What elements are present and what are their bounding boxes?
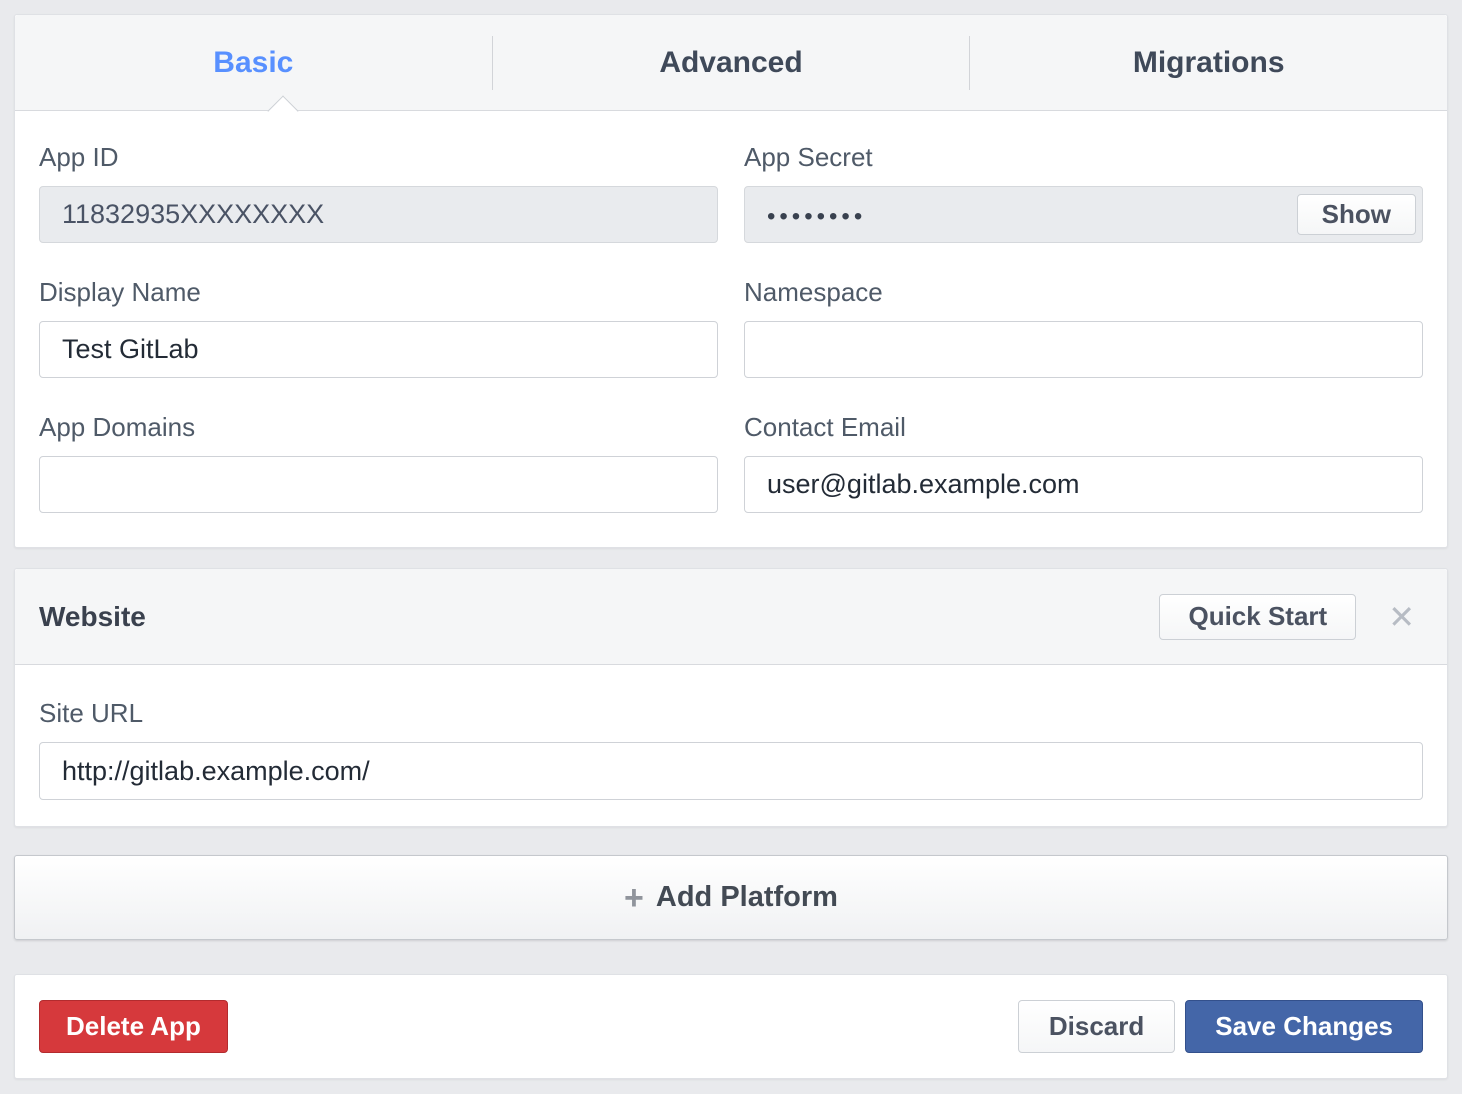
website-platform-card: Website Quick Start ✕ Site URL: [14, 568, 1448, 827]
site-url-input[interactable]: [39, 742, 1423, 800]
tab-bar: Basic Advanced Migrations: [15, 15, 1447, 111]
website-section-title: Website: [39, 601, 1159, 633]
save-changes-button[interactable]: Save Changes: [1185, 1000, 1423, 1053]
footer-action-bar: Delete App Discard Save Changes: [14, 974, 1448, 1079]
app-secret-field-group: App Secret •••••••• Show: [744, 143, 1423, 243]
app-id-label: App ID: [39, 143, 718, 171]
app-secret-masked-value: ••••••••: [767, 201, 866, 229]
show-secret-button[interactable]: Show: [1297, 194, 1416, 235]
discard-button[interactable]: Discard: [1018, 1000, 1175, 1053]
display-name-label: Display Name: [39, 278, 718, 306]
app-id-input: [39, 186, 718, 243]
add-platform-button[interactable]: + Add Platform: [14, 855, 1448, 940]
contact-email-field-group: Contact Email: [744, 413, 1423, 513]
display-name-field-group: Display Name: [39, 278, 718, 378]
namespace-field-group: Namespace: [744, 278, 1423, 378]
plus-icon: +: [624, 881, 644, 915]
delete-app-button[interactable]: Delete App: [39, 1000, 228, 1053]
close-icon[interactable]: ✕: [1388, 601, 1415, 633]
website-section-body: Site URL: [15, 665, 1447, 826]
tab-advanced[interactable]: Advanced: [493, 15, 970, 110]
namespace-label: Namespace: [744, 278, 1423, 306]
app-domains-field-group: App Domains: [39, 413, 718, 513]
site-url-label: Site URL: [39, 699, 1423, 727]
app-domains-label: App Domains: [39, 413, 718, 441]
contact-email-label: Contact Email: [744, 413, 1423, 441]
app-domains-input[interactable]: [39, 456, 718, 513]
tab-basic[interactable]: Basic: [15, 15, 492, 110]
namespace-input[interactable]: [744, 321, 1423, 378]
app-secret-label: App Secret: [744, 143, 1423, 171]
quick-start-button[interactable]: Quick Start: [1159, 594, 1356, 640]
contact-email-input[interactable]: [744, 456, 1423, 513]
tab-migrations[interactable]: Migrations: [970, 15, 1447, 110]
app-id-field-group: App ID: [39, 143, 718, 243]
app-settings-card: Basic Advanced Migrations App ID App Sec…: [14, 14, 1448, 548]
add-platform-label: Add Platform: [656, 881, 838, 914]
website-section-header: Website Quick Start ✕: [15, 569, 1447, 665]
app-secret-input-wrap: •••••••• Show: [744, 186, 1423, 243]
display-name-input[interactable]: [39, 321, 718, 378]
basic-settings-form: App ID App Secret •••••••• Show Display …: [15, 111, 1447, 547]
